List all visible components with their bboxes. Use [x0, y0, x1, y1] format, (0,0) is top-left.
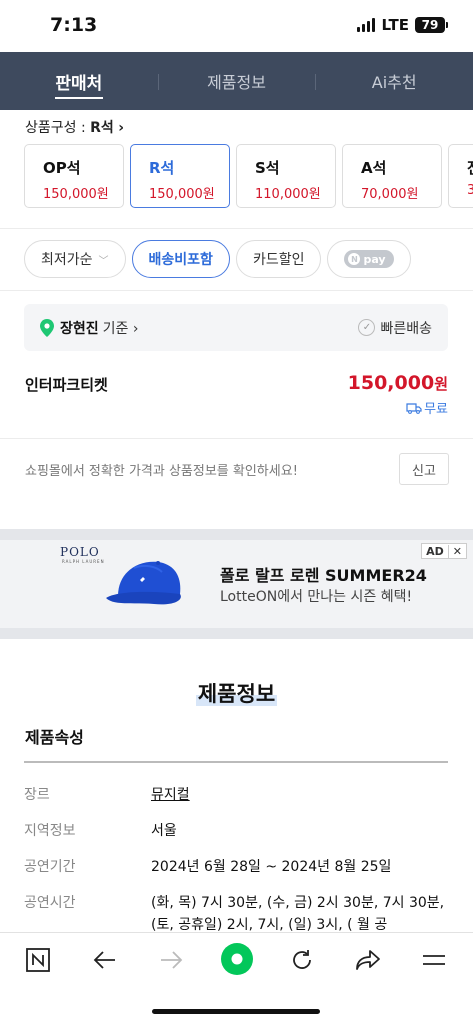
- menu-icon[interactable]: [419, 945, 449, 975]
- naver-n-icon[interactable]: [23, 945, 53, 975]
- signal-icon: [357, 18, 376, 32]
- refresh-icon[interactable]: [287, 945, 317, 975]
- check-circle-icon: ✓: [358, 319, 376, 336]
- card-discount-chip[interactable]: 카드할인: [235, 240, 322, 278]
- battery-icon: 79: [415, 17, 448, 33]
- price-value: 150,000: [347, 372, 435, 394]
- attributes-divider: [24, 761, 448, 763]
- product-info-heading: 제품정보: [0, 678, 473, 708]
- ad-label: AD: [426, 544, 444, 558]
- price-unit: 원: [434, 375, 448, 393]
- seat-option-op[interactable]: OP석 150,000원: [24, 144, 124, 208]
- seat-price: 35: [467, 183, 473, 198]
- top-tabs: 판매처 제품정보 Ai추천: [0, 52, 473, 110]
- status-bar: 7:13 LTE 79: [0, 0, 473, 52]
- sort-lowest-price-chip[interactable]: 최저가순 ﹀: [24, 240, 126, 278]
- network-label: LTE: [381, 16, 409, 34]
- spec-key: 장르: [24, 787, 50, 803]
- chevron-down-icon: ﹀: [98, 255, 109, 267]
- shipping-label: 무료: [424, 402, 448, 417]
- spec-value-link[interactable]: 뮤지컬: [151, 784, 448, 806]
- tab-ai-recommend[interactable]: Ai추천: [315, 52, 473, 110]
- chip-label: pay: [363, 252, 386, 266]
- chip-label: 최저가순: [41, 252, 93, 268]
- ad-title: 폴로 랄프 로렌 SUMMER24: [220, 566, 427, 585]
- composition-value: R석: [90, 120, 114, 136]
- seat-name: 전: [467, 157, 473, 178]
- seat-option-partial[interactable]: 전 35: [448, 144, 473, 208]
- delivery-location-box: 장현진 기준 › ✓ 빠른배송: [24, 304, 448, 351]
- shipping-info: 무료: [406, 398, 448, 417]
- polo-logo-sub: RALPH LAUREN: [62, 559, 105, 564]
- seat-name: S석: [255, 159, 280, 177]
- seat-price: 110,000원: [255, 187, 321, 202]
- seat-option-r[interactable]: R석 150,000원: [130, 144, 230, 208]
- seat-option-a[interactable]: A석 70,000원: [342, 144, 442, 208]
- chevron-right-icon: ›: [118, 120, 125, 136]
- spec-value: 서울: [151, 823, 177, 839]
- close-icon[interactable]: ✕: [447, 544, 466, 558]
- location-suffix[interactable]: 기준 ›: [103, 318, 139, 338]
- ad-banner[interactable]: POLO RALPH LAUREN 폴로 랄프 로렌 SUMMER24 Lott…: [0, 540, 473, 628]
- status-indicators: LTE 79: [357, 16, 448, 34]
- tab-sellers[interactable]: 판매처: [0, 52, 158, 110]
- browser-bottom-bar: [0, 932, 473, 1024]
- seat-price: 150,000원: [149, 187, 215, 202]
- listing-price[interactable]: 150,000원: [348, 372, 448, 394]
- seat-price: 150,000원: [43, 187, 109, 202]
- seller-name[interactable]: 인터파크티켓: [25, 374, 108, 395]
- polo-logo: POLO: [60, 545, 100, 559]
- include-shipping-chip[interactable]: 배송비포함: [131, 240, 230, 278]
- spec-key: 공연기간: [24, 859, 76, 875]
- divider: [0, 438, 473, 439]
- divider: [0, 290, 473, 291]
- seat-options: OP석 150,000원 R석 150,000원 S석 110,000원 A석 …: [24, 144, 473, 208]
- filter-chips: 최저가순 ﹀ 배송비포함 카드할인 N pay: [24, 240, 411, 278]
- section-separator: [0, 628, 473, 639]
- composition-label: 상품구성 :: [25, 120, 91, 136]
- spec-key: 공연시간: [24, 895, 76, 911]
- npay-logo-icon: N pay: [344, 250, 394, 268]
- price-notice: 쇼핑몰에서 정확한 가격과 상품정보를 확인하세요!: [25, 464, 298, 479]
- seat-option-s[interactable]: S석 110,000원: [236, 144, 336, 208]
- ad-subtitle: LotteON에서 만나는 시즌 혜택!: [220, 589, 413, 605]
- chip-label: 배송비포함: [148, 252, 213, 268]
- home-indicator: [152, 1009, 320, 1014]
- spec-value: (화, 목) 7시 30분, (수, 금) 2시 30분, 7시 30분, (토…: [151, 895, 445, 933]
- divider: [0, 228, 473, 229]
- seat-name: R석: [149, 159, 175, 177]
- truck-icon: [406, 402, 422, 414]
- composition-selector[interactable]: 상품구성 : R석 ›: [25, 117, 124, 137]
- status-time: 7:13: [50, 14, 98, 36]
- section-separator: [0, 529, 473, 540]
- spec-value: 2024년 6월 28일 ~ 2024년 8월 25일: [151, 859, 392, 875]
- seat-name: A석: [361, 159, 387, 177]
- npay-chip[interactable]: N pay: [327, 240, 411, 278]
- forward-icon[interactable]: [156, 945, 186, 975]
- npay-n-icon: N: [348, 253, 361, 265]
- fast-delivery-label: 빠른배송: [380, 320, 432, 337]
- location-pin-icon: [40, 318, 54, 337]
- chip-label: 카드할인: [252, 252, 305, 268]
- seat-name: OP석: [43, 159, 81, 177]
- fast-delivery-toggle[interactable]: ✓ 빠른배송: [358, 318, 432, 338]
- location-name[interactable]: 장현진: [60, 318, 99, 338]
- seat-price: 70,000원: [361, 187, 419, 202]
- green-home-icon[interactable]: [220, 942, 254, 976]
- ad-badge: AD ✕: [421, 543, 467, 559]
- report-button[interactable]: 신고: [399, 453, 449, 485]
- attributes-title: 제품속성: [25, 728, 84, 747]
- blue-cap-image: [106, 561, 181, 605]
- product-info-title: 제품정보: [195, 682, 278, 706]
- share-icon[interactable]: [353, 945, 383, 975]
- back-icon[interactable]: [90, 945, 120, 975]
- spec-key: 지역정보: [24, 823, 76, 839]
- tab-product-info[interactable]: 제품정보: [157, 52, 316, 110]
